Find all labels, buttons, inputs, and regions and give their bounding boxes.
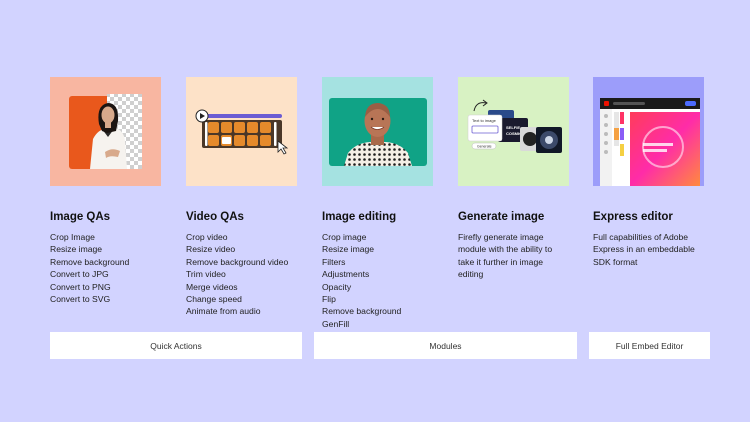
list-item: Filters (322, 256, 346, 267)
card-image-qas (50, 77, 161, 186)
list-item: Change speed (186, 294, 242, 305)
column-title-image-editing: Image editing (322, 211, 397, 223)
image-qas-illustration (69, 94, 142, 169)
express-editor-illustration (600, 98, 700, 186)
generate-label: Generate (477, 145, 492, 149)
list-item: Resize image (322, 244, 375, 255)
image-editing-list: Crop image Resize image Filters Adjustme… (322, 231, 401, 330)
list-item: Convert to JPG (50, 269, 109, 280)
card-video-qas (186, 77, 297, 186)
quick-actions-button[interactable]: Quick Actions (50, 332, 302, 359)
list-item: Adjustments (322, 269, 370, 280)
express-editor-description: Full capabilities of Adobe Express in an… (593, 232, 695, 267)
video-qas-list: Crop video Resize video Remove backgroun… (186, 231, 288, 318)
list-item: Resize image (50, 244, 103, 255)
generate-image-illustration: SELFIE COSMIC Text to image Generate (467, 99, 562, 153)
video-qas-illustration (195, 109, 289, 155)
card-image-editing (322, 77, 433, 186)
column-title-image-qas: Image QAs (50, 211, 111, 223)
list-item: Convert to PNG (50, 281, 111, 292)
list-item: Convert to SVG (50, 294, 111, 305)
column-title-express-editor: Express editor (593, 211, 673, 223)
modules-button[interactable]: Modules (314, 332, 577, 359)
column-title-generate-image: Generate image (458, 211, 545, 223)
image-qas-list: Crop Image Resize image Remove backgroun… (50, 231, 129, 305)
full-embed-editor-button[interactable]: Full Embed Editor (589, 332, 710, 359)
selfie-badge: SELFIE (506, 125, 520, 130)
list-item: Crop video (186, 232, 228, 242)
list-item: Flip (322, 294, 336, 305)
list-item: Trim video (186, 269, 226, 280)
list-item: Animate from audio (186, 306, 261, 317)
card-express-editor (593, 77, 704, 186)
image-editing-illustration (329, 98, 427, 166)
list-item: Opacity (322, 281, 352, 292)
cosmic-badge: COSMIC (506, 131, 522, 136)
list-item: Remove background (50, 256, 130, 267)
arrow-icon (473, 102, 487, 112)
generate-image-description: Firefly generate image module with the a… (458, 232, 553, 280)
column-title-video-qas: Video QAs (186, 211, 244, 223)
list-item: Remove background (322, 306, 402, 317)
list-item: Remove background video (186, 256, 289, 267)
list-item: GenFill (322, 318, 350, 329)
list-item: Crop Image (50, 232, 95, 242)
list-item: Crop image (322, 232, 367, 242)
list-item: Resize video (186, 244, 236, 255)
card-generate-image: SELFIE COSMIC Text to image Generate (458, 77, 569, 186)
text-to-image-label: Text to image (472, 118, 497, 123)
list-item: Merge videos (186, 281, 238, 292)
